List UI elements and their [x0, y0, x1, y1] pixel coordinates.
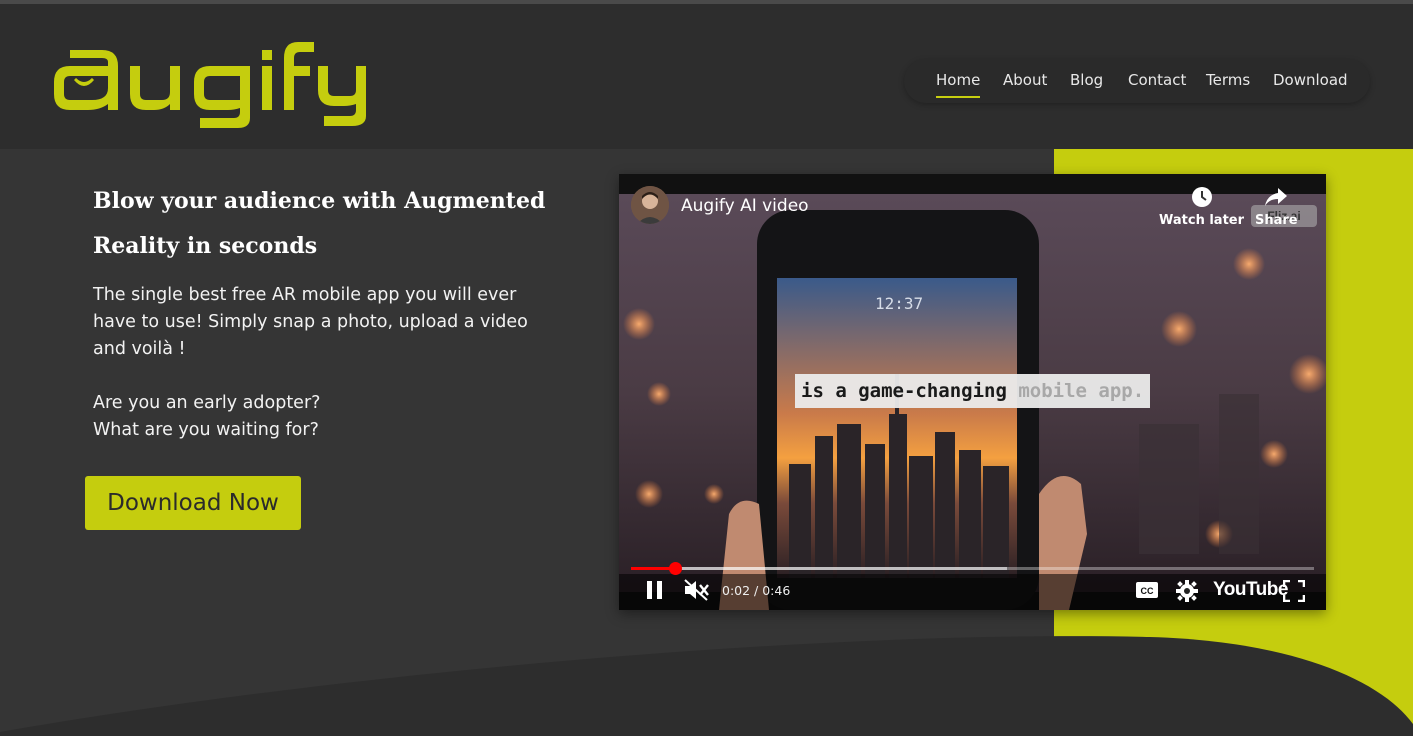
nav-item-contact[interactable]: Contact [1128, 71, 1186, 89]
fullscreen-button[interactable] [1282, 579, 1306, 607]
pause-button[interactable] [643, 578, 667, 607]
caption-spoken: is a game-changing [801, 380, 1007, 402]
svg-text:CC: CC [1141, 586, 1154, 596]
progress-bar[interactable] [631, 562, 1314, 575]
hero-headline: Blow your audience with Augmented Realit… [93, 188, 546, 259]
hero-section: Blow your audience with Augmented Realit… [0, 149, 1413, 736]
nav-item-download[interactable]: Download [1273, 71, 1348, 89]
phone-clock: 12:37 [875, 294, 924, 313]
settings-button[interactable] [1176, 580, 1198, 607]
gear-icon [1176, 580, 1198, 602]
question-line-2: What are you waiting for? [93, 420, 319, 440]
share-button[interactable]: Share [1255, 186, 1298, 228]
youtube-logo[interactable]: YouTube [1213, 579, 1288, 601]
watch-later-label: Watch later [1159, 213, 1245, 228]
question-line-1: Are you an early adopter? [93, 393, 321, 413]
pause-icon [647, 581, 662, 599]
hero-description: The single best free AR mobile app you w… [93, 285, 528, 359]
progress-buffered [631, 567, 1007, 570]
share-icon [1265, 188, 1288, 206]
closed-captions-icon: CC [1136, 582, 1158, 598]
avatar-image [631, 186, 669, 224]
clock-icon [1191, 187, 1212, 207]
time-display: 0:02 / 0:46 [722, 583, 791, 598]
share-label: Share [1255, 213, 1298, 228]
nav-item-about[interactable]: About [1003, 71, 1047, 89]
captions-button[interactable]: CC [1136, 582, 1158, 603]
video-title[interactable]: Augify AI video [681, 196, 809, 216]
nav-item-blog[interactable]: Blog [1070, 71, 1103, 89]
nav-item-terms[interactable]: Terms [1206, 71, 1250, 89]
caption-upcoming: mobile app. [1006, 380, 1145, 402]
fullscreen-icon [1282, 579, 1306, 603]
download-now-button[interactable]: Download Now [85, 476, 301, 530]
mute-button[interactable] [683, 578, 709, 607]
site-header: Home About Blog Contact Terms Download [0, 4, 1413, 149]
channel-avatar[interactable] [631, 186, 669, 224]
video-caption: is a game-changing mobile app. [795, 374, 1151, 408]
watch-later-button[interactable]: Watch later [1159, 186, 1244, 228]
nav-item-home[interactable]: Home [936, 71, 981, 98]
hero-question: Are you an early adopter? What are you w… [93, 390, 563, 444]
augify-logo[interactable] [52, 32, 374, 128]
main-nav: Home About Blog Contact Terms Download [904, 59, 1370, 103]
video-player[interactable]: Augify AI video Fliz.ai Watch later Shar… [619, 174, 1326, 610]
volume-muted-icon [684, 579, 709, 601]
